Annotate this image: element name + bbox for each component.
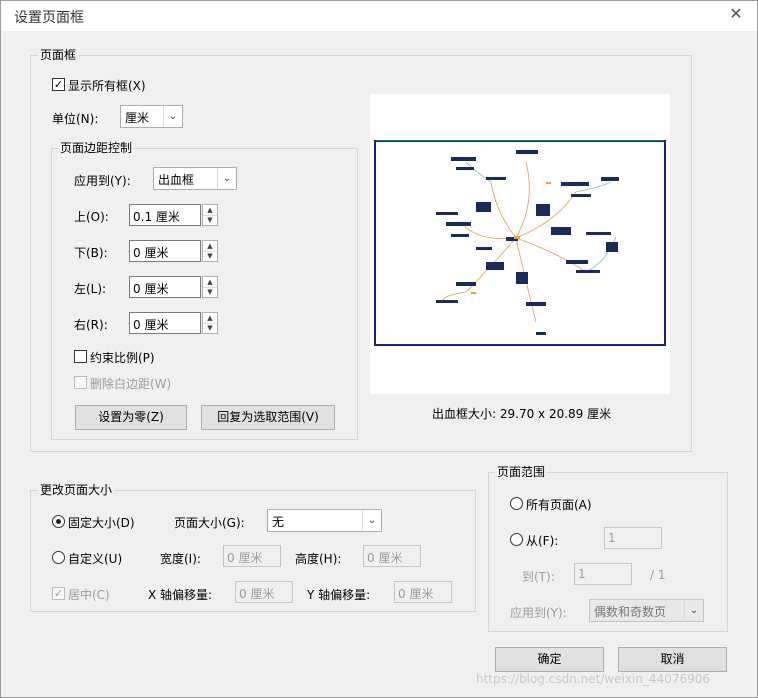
- x-offset-value: 0 厘米: [239, 587, 275, 601]
- apply-to-label: 应用到(Y):: [74, 174, 131, 188]
- center-checkbox[interactable]: ✓: [52, 587, 65, 600]
- width-label: 宽度(I):: [160, 552, 201, 566]
- remove-white-margins-checkbox[interactable]: [74, 376, 87, 389]
- chevron-down-icon: ⌄: [684, 600, 703, 621]
- height-value: 0 厘米: [367, 551, 403, 565]
- page-size-label: 页面大小(G):: [174, 516, 245, 530]
- range-apply-to-value: 偶数和奇数页: [594, 605, 667, 619]
- title-bar: [1, 1, 757, 31]
- apply-to-select[interactable]: 出血框 ⌄: [153, 167, 237, 190]
- y-offset-value: 0 厘米: [398, 587, 434, 601]
- show-all-boxes-checkbox[interactable]: ✓: [52, 78, 65, 91]
- bottom-value: 0 厘米: [133, 246, 169, 260]
- top-stepper[interactable]: ▲ ▼: [202, 204, 218, 226]
- preview-top-edge: [376, 140, 664, 141]
- width-input[interactable]: 0 厘米: [223, 545, 281, 567]
- top-value: 0.1 厘米: [133, 210, 180, 224]
- page-total: / 1: [650, 568, 666, 582]
- revert-to-selection-button[interactable]: 回复为选取范围(V): [201, 405, 335, 430]
- arrow-down-icon[interactable]: ▼: [203, 323, 217, 333]
- chevron-down-icon: ⌄: [362, 510, 381, 531]
- apply-to-value: 出血框: [158, 173, 195, 187]
- radio-selected-dot: [56, 519, 61, 524]
- bottom-stepper[interactable]: ▲ ▼: [202, 240, 218, 262]
- arrow-down-icon[interactable]: ▼: [203, 215, 217, 225]
- range-apply-to-label: 应用到(Y):: [510, 606, 567, 620]
- left-value: 0 厘米: [133, 282, 169, 296]
- all-pages-label: 所有页面(A): [526, 498, 592, 512]
- left-label: 左(L):: [74, 282, 107, 296]
- range-apply-to-select[interactable]: 偶数和奇数页 ⌄: [589, 599, 704, 622]
- fixed-size-radio[interactable]: [52, 515, 65, 528]
- all-pages-radio[interactable]: [510, 497, 523, 510]
- x-offset-input[interactable]: 0 厘米: [235, 581, 293, 603]
- dialog-title: 设置页面框: [14, 10, 84, 26]
- chevron-down-icon: ⌄: [217, 168, 236, 189]
- change-page-size-legend: 更改页面大小: [38, 483, 115, 497]
- page-boxes-legend: 页面框: [38, 48, 79, 62]
- from-value: 1: [608, 531, 616, 545]
- unit-select[interactable]: 厘米 ⌄: [120, 105, 183, 128]
- to-label: 到(T):: [522, 570, 555, 584]
- right-stepper[interactable]: ▲ ▼: [202, 312, 218, 334]
- left-input[interactable]: 0 厘米: [129, 276, 201, 298]
- x-offset-label: X 轴偏移量:: [148, 588, 213, 602]
- y-offset-label: Y 轴偏移量:: [307, 588, 371, 602]
- chevron-down-icon: ⌄: [163, 106, 182, 127]
- from-label: 从(F):: [526, 534, 559, 548]
- set-to-zero-button[interactable]: 设置为零(Z): [75, 405, 187, 430]
- from-input[interactable]: 1: [604, 527, 662, 549]
- height-input[interactable]: 0 厘米: [363, 545, 421, 567]
- bleed-box-preview: [374, 140, 666, 346]
- constrain-proportions-label: 约束比例(P): [90, 351, 155, 365]
- top-label: 上(O):: [74, 210, 109, 224]
- unit-value: 厘米: [125, 111, 150, 125]
- right-input[interactable]: 0 厘米: [129, 312, 201, 334]
- show-all-boxes-label: 显示所有框(X): [68, 79, 146, 93]
- custom-size-radio[interactable]: [52, 551, 65, 564]
- watermark: https://blog.csdn.net/weixin_44076906: [476, 672, 711, 686]
- center-label: 居中(C): [68, 588, 110, 602]
- to-input[interactable]: 1: [574, 563, 632, 585]
- left-stepper[interactable]: ▲ ▼: [202, 276, 218, 298]
- constrain-proportions-checkbox[interactable]: [74, 350, 87, 363]
- arrow-down-icon[interactable]: ▼: [203, 251, 217, 261]
- cancel-button[interactable]: 取消: [618, 647, 727, 672]
- y-offset-input[interactable]: 0 厘米: [394, 581, 452, 603]
- from-radio[interactable]: [510, 533, 523, 546]
- top-input[interactable]: 0.1 厘米: [129, 204, 201, 226]
- page-range-legend: 页面范围: [495, 465, 548, 479]
- right-value: 0 厘米: [133, 318, 169, 332]
- to-value: 1: [578, 567, 586, 581]
- ok-button[interactable]: 确定: [495, 647, 604, 672]
- mind-map-thumbnail: [436, 150, 619, 335]
- page-size-select[interactable]: 无 ⌄: [267, 509, 382, 532]
- width-value: 0 厘米: [227, 551, 263, 565]
- margin-controls-legend: 页面边距控制: [58, 141, 135, 155]
- bottom-label: 下(B):: [74, 246, 108, 260]
- right-label: 右(R):: [74, 318, 108, 332]
- arrow-down-icon[interactable]: ▼: [203, 287, 217, 297]
- bottom-input[interactable]: 0 厘米: [129, 240, 201, 262]
- close-icon[interactable]: ✕: [726, 4, 746, 24]
- custom-size-label: 自定义(U): [68, 552, 123, 566]
- unit-label: 单位(N):: [52, 112, 99, 126]
- remove-white-margins-label: 删除白边距(W): [90, 377, 172, 391]
- page-size-value: 无: [272, 515, 285, 529]
- fixed-size-label: 固定大小(D): [68, 516, 135, 530]
- height-label: 高度(H):: [295, 552, 342, 566]
- bleed-box-size-caption: 出血框大小: 29.70 x 20.89 厘米: [432, 407, 612, 421]
